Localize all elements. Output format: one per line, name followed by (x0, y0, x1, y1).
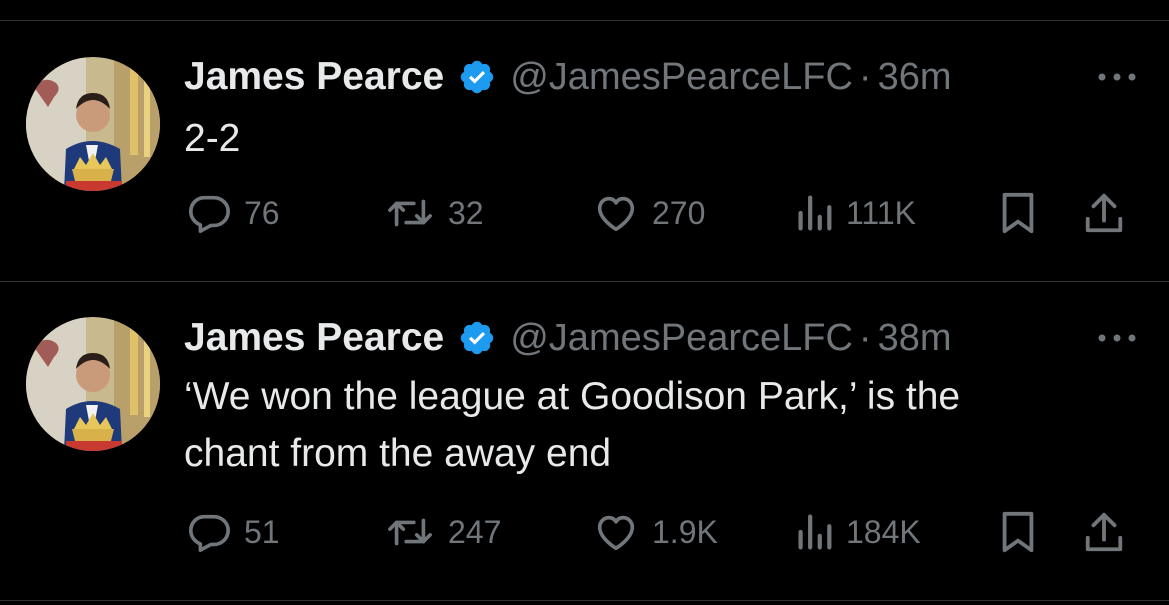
retweet-button[interactable]: 32 (384, 188, 484, 238)
like-icon (597, 196, 635, 232)
share-button[interactable] (1082, 188, 1126, 238)
views-icon (798, 514, 832, 550)
views-button[interactable]: 184K (794, 507, 921, 557)
avatar[interactable] (26, 317, 160, 451)
like-count: 1.9K (652, 513, 718, 550)
divider (0, 600, 1169, 601)
tweet[interactable]: James Pearce @JamesPearceLFC · 36m 2-2 7… (0, 21, 1169, 280)
retweet-count: 32 (448, 194, 484, 231)
timestamp[interactable]: 36m (878, 56, 952, 99)
verified-badge-icon[interactable] (458, 319, 496, 357)
share-icon (1085, 193, 1123, 233)
more-icon[interactable] (1095, 67, 1139, 87)
retweet-count: 247 (448, 513, 502, 550)
like-count: 270 (652, 194, 706, 231)
reply-icon (188, 195, 230, 234)
retweet-icon (388, 518, 432, 546)
action-bar: 51 247 1.9K 184K (186, 507, 1136, 557)
separator: · (858, 55, 872, 98)
retweet-button[interactable]: 247 (384, 507, 501, 557)
timestamp[interactable]: 38m (878, 317, 952, 360)
author-handle[interactable]: @JamesPearceLFC (510, 56, 853, 99)
share-button[interactable] (1082, 507, 1126, 557)
bookmark-icon (1002, 511, 1034, 553)
view-count: 184K (846, 513, 921, 550)
tweet-header: James Pearce @JamesPearceLFC · 38m (184, 313, 952, 363)
bookmark-icon (1002, 192, 1034, 234)
tweet-feed: James Pearce @JamesPearceLFC · 36m 2-2 7… (0, 0, 1169, 605)
tweet-text: 2-2 (184, 117, 241, 160)
views-icon (798, 195, 832, 231)
action-bar: 76 32 270 111K (186, 188, 1136, 238)
like-button[interactable]: 1.9K (592, 507, 718, 557)
profile-photo (26, 57, 160, 191)
avatar[interactable] (26, 57, 160, 191)
like-button[interactable]: 270 (592, 188, 705, 238)
more-icon[interactable] (1095, 328, 1139, 348)
like-icon (597, 515, 635, 551)
reply-icon (188, 514, 230, 553)
share-icon (1085, 512, 1123, 552)
reply-button[interactable]: 76 (186, 188, 280, 238)
reply-button[interactable]: 51 (186, 507, 280, 557)
separator: · (858, 316, 872, 359)
views-button[interactable]: 111K (794, 188, 916, 238)
reply-count: 51 (244, 513, 280, 550)
author-name[interactable]: James Pearce (184, 55, 444, 99)
retweet-icon (388, 199, 432, 227)
bookmark-button[interactable] (998, 188, 1038, 238)
view-count: 111K (846, 194, 916, 231)
reply-count: 76 (244, 194, 280, 231)
bookmark-button[interactable] (998, 507, 1038, 557)
verified-badge-icon[interactable] (458, 58, 496, 96)
tweet[interactable]: James Pearce @JamesPearceLFC · 38m ‘We w… (0, 282, 1169, 600)
profile-photo (26, 317, 160, 451)
author-name[interactable]: James Pearce (184, 316, 444, 360)
tweet-text: ‘We won the league at Goodison Park,’ is… (184, 375, 961, 475)
author-handle[interactable]: @JamesPearceLFC (510, 317, 853, 360)
tweet-header: James Pearce @JamesPearceLFC · 36m (184, 52, 952, 102)
